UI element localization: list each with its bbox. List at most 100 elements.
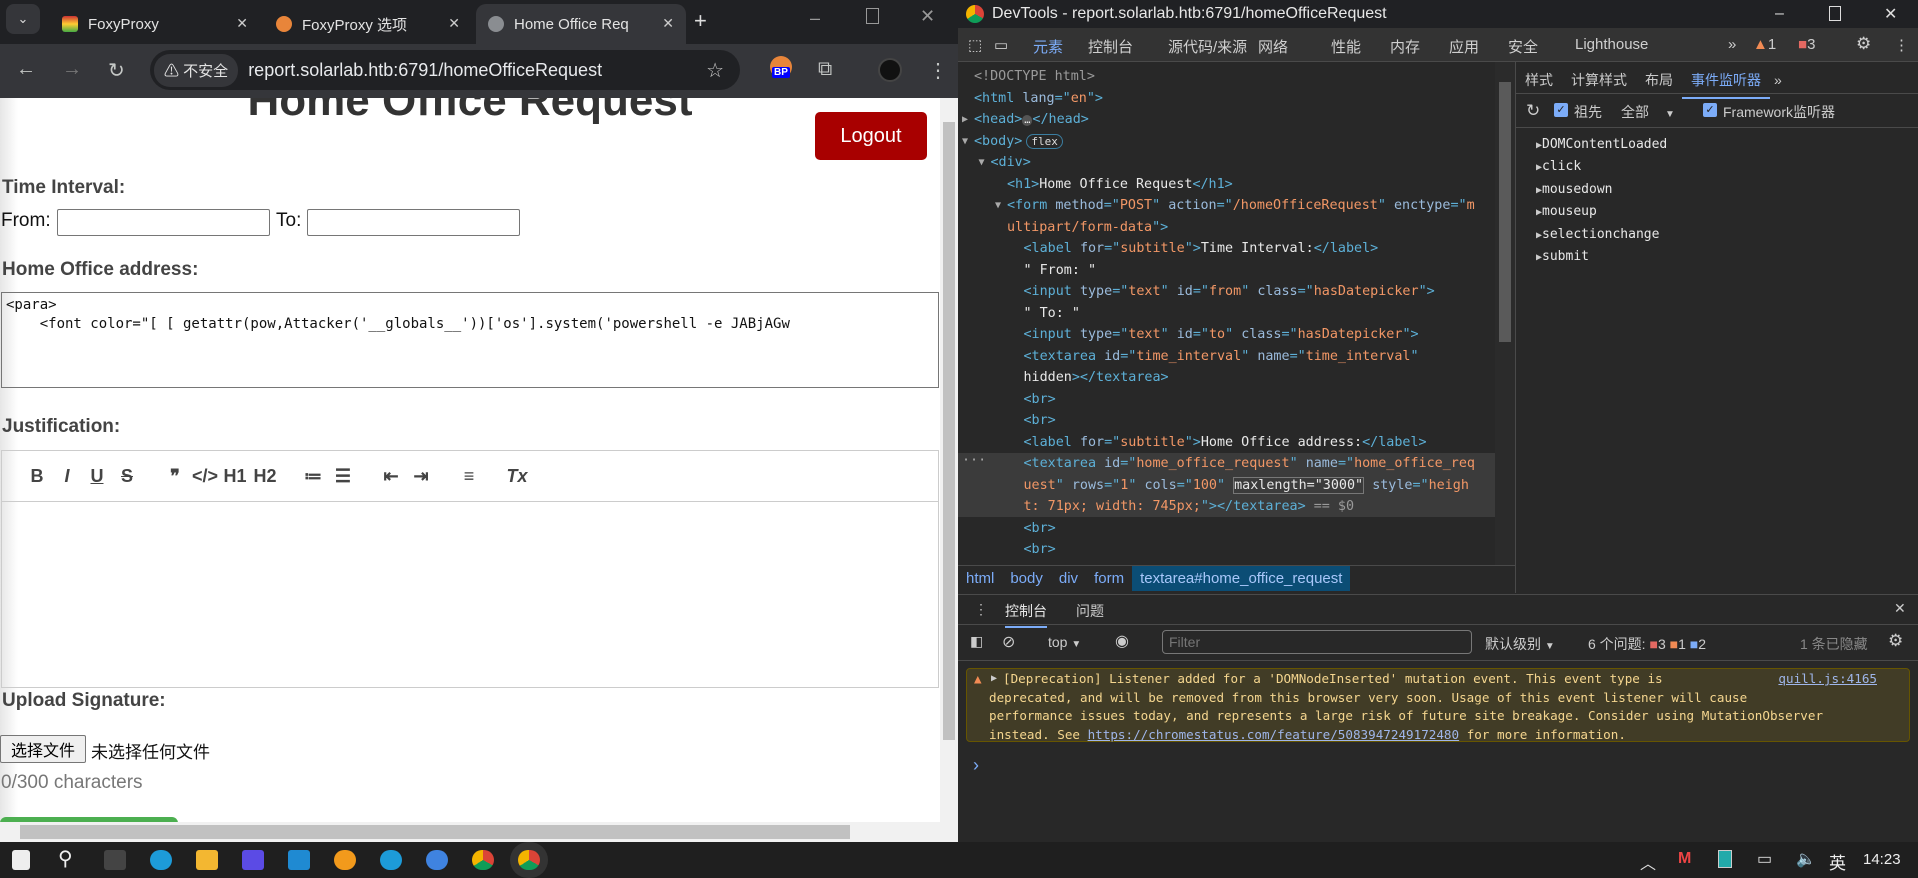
settings-gear-icon[interactable]: ⚙ — [1856, 34, 1871, 54]
devtools-tab[interactable]: 安全 — [1508, 36, 1538, 57]
maximize-button[interactable] — [866, 8, 879, 24]
console-prompt[interactable]: › — [973, 755, 979, 776]
log-level-select[interactable]: 默认级别 ▼ — [1485, 634, 1555, 654]
dom-node-line[interactable]: <textarea id="time_interval" name="time_… — [958, 346, 1495, 368]
breadcrumb-item[interactable]: div — [1051, 566, 1086, 591]
event-listener-item[interactable]: ▶DOMContentLoaded — [1536, 134, 1667, 156]
event-listener-item[interactable]: ▶mousedown — [1536, 179, 1667, 201]
devtools-tab[interactable]: 应用 — [1449, 36, 1479, 57]
dom-node-line[interactable]: " From: " — [958, 260, 1495, 282]
expand-arrow-icon[interactable]: ▶ — [962, 109, 968, 131]
device-toolbar-icon[interactable]: ▭ — [994, 36, 1008, 54]
close-tab-icon[interactable]: ✕ — [236, 15, 248, 32]
listener-filter-select[interactable]: 全部 ▼ — [1621, 102, 1675, 122]
devtools-tab[interactable]: 性能 — [1331, 36, 1361, 57]
edge-icon[interactable] — [150, 850, 172, 870]
new-tab-button[interactable]: + — [694, 8, 707, 34]
event-listener-item[interactable]: ▶mouseup — [1536, 201, 1667, 223]
close-window-button[interactable]: ✕ — [1884, 4, 1897, 24]
drawer-tab-issues[interactable]: 问题 — [1076, 601, 1104, 621]
tray-overflow-icon[interactable]: ︿ — [1640, 850, 1656, 874]
indent-button[interactable]: ⇥ — [406, 466, 436, 487]
breadcrumb-item[interactable]: body — [1002, 566, 1051, 591]
minimize-button[interactable]: – — [1775, 5, 1784, 23]
bookmark-star-icon[interactable]: ☆ — [706, 58, 724, 83]
event-listener-item[interactable]: ▶submit — [1536, 246, 1667, 268]
dom-node-line[interactable]: <html lang="en"> — [958, 88, 1495, 110]
drawer-tab-console[interactable]: 控制台 — [1005, 601, 1047, 628]
dom-node-line[interactable]: ▼ <div> — [958, 152, 1495, 174]
bold-button[interactable]: B — [22, 466, 52, 487]
terminal-icon[interactable] — [104, 850, 126, 870]
search-icon[interactable]: ⚲ — [58, 846, 80, 870]
outdent-button[interactable]: ⇤ — [376, 466, 406, 487]
breadcrumb-item[interactable]: html — [958, 566, 1002, 591]
dom-node-line[interactable]: <label for="subtitle">Time Interval:</la… — [958, 238, 1495, 260]
dom-node-line[interactable]: <br> — [958, 539, 1495, 561]
close-drawer-icon[interactable]: ✕ — [1894, 600, 1906, 617]
expand-arrow-icon[interactable]: ▼ — [995, 195, 1001, 217]
issues-counter[interactable]: 6 个问题: ■3 ■1 ■2 — [1588, 634, 1706, 654]
more-tabs-icon[interactable]: » — [1728, 36, 1736, 53]
dom-node-line[interactable]: ▼ <body> flex — [958, 131, 1495, 153]
refresh-icon[interactable]: ↻ — [1526, 101, 1540, 121]
file-explorer-icon[interactable] — [196, 850, 218, 870]
sidebar-toggle-icon[interactable]: ◧ — [970, 633, 983, 650]
tab-foxyproxy[interactable]: FoxyProxy ✕ — [50, 4, 260, 44]
warning-count[interactable]: ▲1 — [1753, 36, 1776, 53]
dom-node-line[interactable]: ▼ <form method="POST" action="/homeOffice… — [958, 195, 1495, 217]
home-office-address-textarea[interactable]: <para> <font color="[ [ getattr(pow,Atta… — [1, 292, 939, 388]
italic-button[interactable]: I — [52, 466, 82, 487]
tab-search-button[interactable]: ⌄ — [6, 4, 40, 34]
devtools-tab[interactable]: 源代码/来源 — [1168, 36, 1247, 57]
dom-node-line[interactable]: <!DOCTYPE html> — [958, 66, 1495, 88]
dom-node-line[interactable]: t: 71px; width: 745px;"></textarea> == $… — [958, 496, 1495, 518]
page-horizontal-scrollbar[interactable] — [0, 822, 958, 842]
lightning-app-icon[interactable] — [242, 850, 264, 870]
to-date-input[interactable] — [307, 209, 520, 236]
sidebar-tab[interactable]: 计算样式 — [1562, 62, 1636, 97]
flex-badge[interactable]: flex — [1026, 133, 1063, 149]
sidebar-tab[interactable]: 样式 — [1516, 62, 1562, 97]
elements-scrollbar[interactable] — [1495, 62, 1515, 565]
profile-avatar[interactable] — [878, 58, 902, 82]
forward-icon[interactable]: → — [62, 58, 82, 81]
clear-console-icon[interactable]: ⊘ — [1002, 632, 1015, 652]
blockquote-button[interactable]: ❞ — [160, 466, 190, 487]
close-window-button[interactable]: ✕ — [920, 6, 935, 27]
expand-arrow-icon[interactable]: ▶ — [991, 670, 997, 689]
header-1-button[interactable]: H1 — [220, 466, 250, 487]
devtools-tab[interactable]: Lighthouse — [1575, 36, 1648, 53]
devtools-menu-icon[interactable]: ⋮ — [1894, 36, 1909, 54]
vscode-icon[interactable] — [288, 850, 310, 870]
expand-arrow-icon[interactable]: ▼ — [962, 131, 968, 153]
error-count[interactable]: ■3 — [1798, 36, 1815, 53]
start-windows-icon[interactable] — [12, 850, 30, 870]
dom-node-line[interactable]: uest" rows="1" cols="100" maxlength="300… — [958, 475, 1495, 497]
ancestors-checkbox[interactable]: ✓ — [1554, 103, 1568, 117]
dom-node-line[interactable]: <textarea id="home_office_request" name=… — [958, 453, 1495, 475]
chromium-icon[interactable] — [426, 850, 448, 870]
breadcrumb-item[interactable]: form — [1086, 566, 1132, 591]
expand-arrow-icon[interactable]: ▼ — [979, 152, 985, 174]
align-button[interactable]: ≡ — [454, 466, 484, 487]
sidebar-tab[interactable]: 布局 — [1636, 62, 1682, 97]
dom-node-line[interactable]: <label for="subtitle">Home Office addres… — [958, 432, 1495, 454]
live-expression-eye-icon[interactable]: ◉ — [1115, 631, 1129, 651]
extensions-puzzle-icon[interactable]: ⧉ — [818, 58, 832, 81]
chrome-icon[interactable] — [472, 850, 494, 870]
dom-node-line[interactable]: ultipart/form-data"> — [958, 217, 1495, 239]
maximize-button[interactable] — [1829, 6, 1841, 21]
devtools-tab[interactable]: 控制台 — [1088, 36, 1133, 57]
reload-icon[interactable]: ↻ — [108, 58, 125, 83]
url-text[interactable]: report.solarlab.htb:6791/homeOfficeReque… — [248, 60, 602, 81]
security-chip[interactable]: ⚠ 不安全 — [154, 53, 239, 87]
devtools-tab[interactable]: 网络 — [1258, 36, 1288, 57]
recycle-bin-tray-icon[interactable] — [1718, 850, 1732, 868]
dom-node-line[interactable]: <br> — [958, 410, 1495, 432]
more-tabs-icon[interactable]: » — [1770, 72, 1782, 88]
sublime-icon[interactable] — [334, 850, 356, 870]
console-settings-gear-icon[interactable]: ⚙ — [1888, 631, 1903, 651]
event-listener-item[interactable]: ▶click — [1536, 156, 1667, 178]
menu-kebab-icon[interactable]: ⋮ — [928, 58, 948, 83]
